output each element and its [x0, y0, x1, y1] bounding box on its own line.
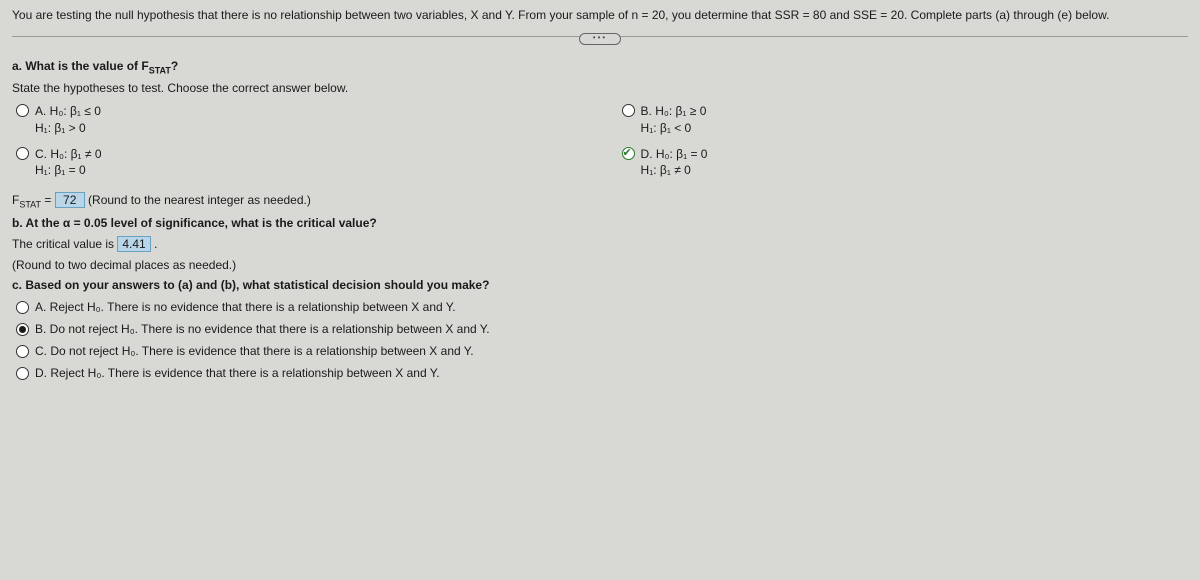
critical-value-input[interactable]: 4.41: [117, 236, 150, 252]
fstat-hint: (Round to the nearest integer as needed.…: [85, 193, 311, 207]
qmark: ?: [171, 59, 178, 73]
option-a[interactable]: A. H₀: β₁ ≤ 0 H₁: β₁ > 0: [16, 103, 102, 135]
collapse-icon[interactable]: •••: [579, 33, 621, 45]
radio-icon[interactable]: [622, 104, 635, 117]
radio-icon[interactable]: [16, 301, 29, 314]
option-d[interactable]: D. H₀: β₁ = 0 H₁: β₁ ≠ 0: [622, 146, 708, 178]
cv-post: .: [151, 237, 158, 251]
radio-icon[interactable]: [16, 104, 29, 117]
radio-icon[interactable]: [16, 345, 29, 358]
problem-intro: You are testing the null hypothesis that…: [12, 8, 1188, 22]
decision-d-label: D. Reject H₀. There is evidence that the…: [35, 366, 440, 380]
decision-a-label: A. Reject H₀. There is no evidence that …: [35, 300, 456, 314]
option-d-h1: H₁: β₁ ≠ 0: [641, 162, 708, 178]
option-a-h1: H₁: β₁ > 0: [35, 120, 101, 136]
decision-c[interactable]: C. Do not reject H₀. There is evidence t…: [16, 344, 1188, 358]
option-c[interactable]: C. H₀: β₁ ≠ 0 H₁: β₁ = 0: [16, 146, 102, 178]
radio-icon[interactable]: [16, 147, 29, 160]
eq: =: [41, 193, 55, 207]
option-c-h1: H₁: β₁ = 0: [35, 162, 102, 178]
option-b-h0: B. H₀: β₁ ≥ 0: [641, 103, 707, 119]
option-b[interactable]: B. H₀: β₁ ≥ 0 H₁: β₁ < 0: [622, 103, 708, 135]
hypothesis-options: A. H₀: β₁ ≤ 0 H₁: β₁ > 0 C. H₀: β₁ ≠ 0 H…: [16, 103, 1188, 178]
decision-c-label: C. Do not reject H₀. There is evidence t…: [35, 344, 474, 358]
part-a-prompt: a. What is the value of FSTAT?: [12, 59, 1188, 75]
decision-d[interactable]: D. Reject H₀. There is evidence that the…: [16, 366, 1188, 380]
fstat-sub: STAT: [149, 65, 171, 75]
fstat-input[interactable]: 72: [55, 192, 85, 208]
part-a-text: a. What is the value of F: [12, 59, 149, 73]
option-d-h0: D. H₀: β₁ = 0: [641, 146, 708, 162]
decision-b-label: B. Do not reject H₀. There is no evidenc…: [35, 322, 490, 336]
decision-b[interactable]: B. Do not reject H₀. There is no evidenc…: [16, 322, 1188, 336]
decision-a[interactable]: A. Reject H₀. There is no evidence that …: [16, 300, 1188, 314]
radio-icon[interactable]: [16, 367, 29, 380]
option-c-h0: C. H₀: β₁ ≠ 0: [35, 146, 102, 162]
fstat-answer-row: FSTAT = 72 (Round to the nearest integer…: [12, 192, 1188, 209]
cv-pre: The critical value is: [12, 237, 117, 251]
hypotheses-prompt: State the hypotheses to test. Choose the…: [12, 81, 1188, 95]
decision-options: A. Reject H₀. There is no evidence that …: [16, 300, 1188, 380]
critical-value-row: The critical value is 4.41 .: [12, 236, 1188, 252]
radio-icon[interactable]: [16, 323, 29, 336]
checkmark-icon[interactable]: [622, 147, 635, 160]
fstat-sub2: STAT: [19, 200, 41, 210]
option-b-h1: H₁: β₁ < 0: [641, 120, 707, 136]
part-b-prompt: b. At the α = 0.05 level of significance…: [12, 216, 1188, 230]
option-a-h0: A. H₀: β₁ ≤ 0: [35, 103, 101, 119]
cv-hint: (Round to two decimal places as needed.): [12, 258, 1188, 272]
part-c-prompt: c. Based on your answers to (a) and (b),…: [12, 278, 1188, 292]
